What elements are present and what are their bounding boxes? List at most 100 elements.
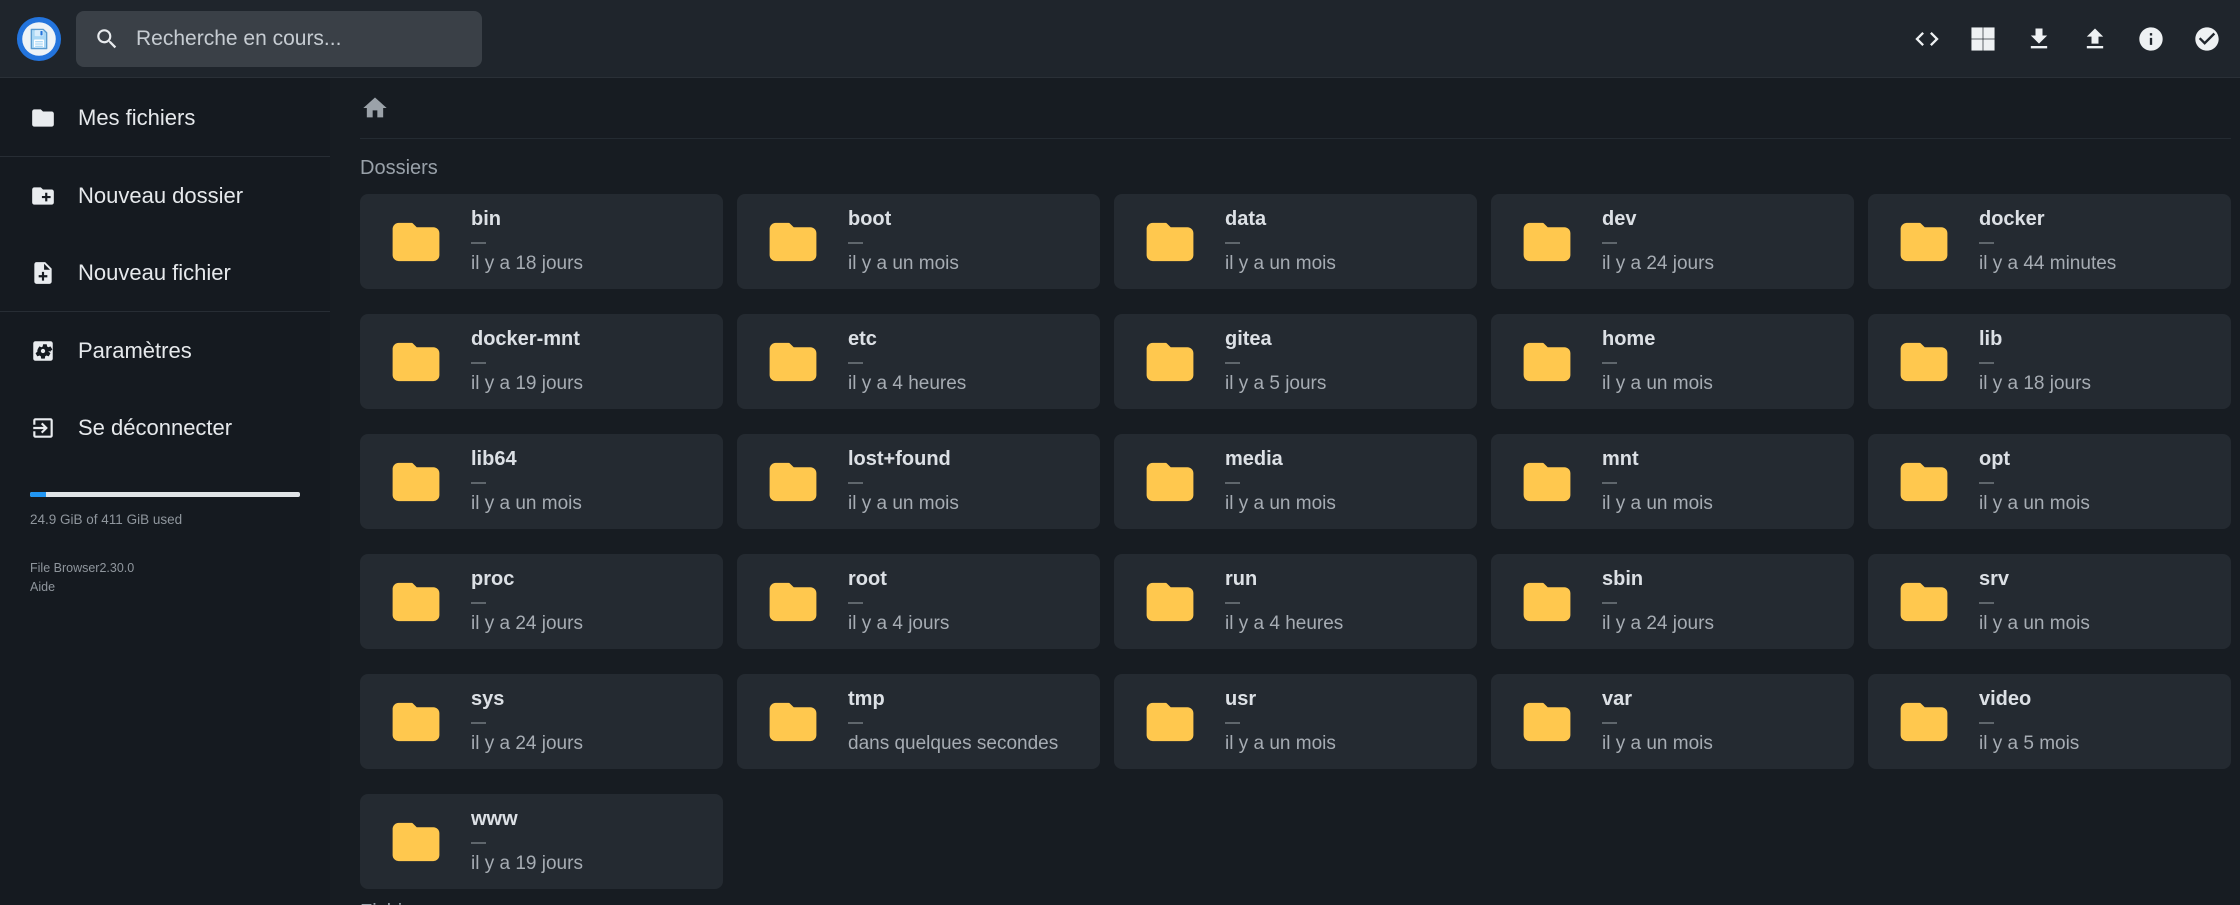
folder-size: —: [1602, 234, 1714, 251]
folder-icon: [1898, 456, 1950, 508]
folder-icon: [767, 456, 819, 508]
folder-name: video: [1979, 688, 2079, 711]
folder-card[interactable]: var — il y a un mois: [1491, 674, 1854, 769]
folder-card[interactable]: srv — il y a un mois: [1868, 554, 2231, 649]
folder-modified-time: il y a 18 jours: [1979, 373, 2091, 395]
folder-size: —: [1225, 594, 1343, 611]
folder-card[interactable]: etc — il y a 4 heures: [737, 314, 1100, 409]
folder-name: run: [1225, 568, 1343, 591]
folder-card[interactable]: data — il y a un mois: [1114, 194, 1477, 289]
sidebar-item-new-file[interactable]: Nouveau fichier: [0, 234, 330, 311]
folder-modified-time: il y a 4 jours: [848, 613, 949, 635]
folder-card[interactable]: root — il y a 4 jours: [737, 554, 1100, 649]
folders-section-title: Dossiers: [360, 157, 2231, 180]
folder-icon: [767, 696, 819, 748]
folder-card[interactable]: run — il y a 4 heures: [1114, 554, 1477, 649]
help-link[interactable]: Aide: [30, 580, 55, 594]
code-icon: [1913, 25, 1941, 53]
upload-button[interactable]: [2080, 24, 2110, 54]
app-logo[interactable]: [16, 16, 62, 62]
folder-card[interactable]: mnt — il y a un mois: [1491, 434, 1854, 529]
folder-modified-time: il y a un mois: [1979, 493, 2090, 515]
folder-card[interactable]: www — il y a 19 jours: [360, 794, 723, 889]
folder-card-info: usr — il y a un mois: [1225, 688, 1336, 755]
folder-icon: [390, 456, 442, 508]
folder-name: docker-mnt: [471, 328, 583, 351]
folder-modified-time: il y a 4 heures: [848, 373, 966, 395]
folder-icon: [1144, 696, 1196, 748]
folder-card[interactable]: sbin — il y a 24 jours: [1491, 554, 1854, 649]
folder-icon: [390, 696, 442, 748]
sidebar-item-label: Se déconnecter: [78, 415, 232, 441]
folder-card[interactable]: usr — il y a un mois: [1114, 674, 1477, 769]
folder-name: tmp: [848, 688, 1058, 711]
search-bar[interactable]: [76, 11, 482, 67]
folder-name: lib: [1979, 328, 2091, 351]
folder-card-info: media — il y a un mois: [1225, 448, 1336, 515]
folder-icon: [390, 336, 442, 388]
select-multiple-button[interactable]: [2192, 24, 2222, 54]
breadcrumb-home-button[interactable]: [360, 93, 390, 123]
folder-card[interactable]: docker — il y a 44 minutes: [1868, 194, 2231, 289]
info-button[interactable]: [2136, 24, 2166, 54]
folder-card-info: docker — il y a 44 minutes: [1979, 208, 2116, 275]
folder-name: bin: [471, 208, 583, 231]
folder-icon: [1898, 216, 1950, 268]
folder-card[interactable]: gitea — il y a 5 jours: [1114, 314, 1477, 409]
folder-size: —: [1225, 234, 1336, 251]
folder-card[interactable]: lost+found — il y a un mois: [737, 434, 1100, 529]
folder-name: gitea: [1225, 328, 1326, 351]
folder-card[interactable]: media — il y a un mois: [1114, 434, 1477, 529]
folder-name: root: [848, 568, 949, 591]
folder-modified-time: il y a un mois: [848, 493, 959, 515]
folder-modified-time: il y a 19 jours: [471, 853, 583, 875]
folder-name: media: [1225, 448, 1336, 471]
sidebar-item-settings[interactable]: Paramètres: [0, 312, 330, 389]
files-section-title: Fichiers: [360, 901, 2231, 905]
folder-card[interactable]: home — il y a un mois: [1491, 314, 1854, 409]
folder-size: —: [1602, 354, 1713, 371]
folder-icon: [390, 216, 442, 268]
folder-size: —: [1225, 354, 1326, 371]
folder-card[interactable]: tmp — dans quelques secondes: [737, 674, 1100, 769]
folder-icon: [1521, 456, 1573, 508]
folder-card-info: bin — il y a 18 jours: [471, 208, 583, 275]
sidebar-footer: File Browser2.30.0 Aide: [30, 559, 300, 598]
folder-card[interactable]: bin — il y a 18 jours: [360, 194, 723, 289]
folder-modified-time: il y a 24 jours: [1602, 613, 1714, 635]
check-circle-icon: [2193, 25, 2221, 53]
storage-progress-fill: [30, 492, 46, 497]
folder-size: —: [471, 234, 583, 251]
folder-size: —: [471, 354, 583, 371]
folder-icon: [390, 576, 442, 628]
folder-icon: [30, 105, 56, 131]
folder-modified-time: il y a 18 jours: [471, 253, 583, 275]
folder-card[interactable]: dev — il y a 24 jours: [1491, 194, 1854, 289]
folder-modified-time: il y a un mois: [1602, 493, 1713, 515]
folder-card[interactable]: opt — il y a un mois: [1868, 434, 2231, 529]
sidebar-item-label: Mes fichiers: [78, 105, 195, 131]
folder-card-info: proc — il y a 24 jours: [471, 568, 583, 635]
folder-name: boot: [848, 208, 959, 231]
folder-icon: [1521, 216, 1573, 268]
sidebar-item-new-folder[interactable]: Nouveau dossier: [0, 157, 330, 234]
folder-icon: [390, 816, 442, 868]
folder-card[interactable]: docker-mnt — il y a 19 jours: [360, 314, 723, 409]
folder-name: proc: [471, 568, 583, 591]
folder-card[interactable]: video — il y a 5 mois: [1868, 674, 2231, 769]
search-input[interactable]: [136, 27, 464, 51]
view-mode-button[interactable]: [1968, 24, 1998, 54]
sidebar-item-my-files[interactable]: Mes fichiers: [0, 79, 330, 156]
app-version: 2.30.0: [99, 561, 134, 575]
raw-view-button[interactable]: [1912, 24, 1942, 54]
folder-name: sys: [471, 688, 583, 711]
folder-card[interactable]: proc — il y a 24 jours: [360, 554, 723, 649]
folder-card[interactable]: lib64 — il y a un mois: [360, 434, 723, 529]
folder-name: dev: [1602, 208, 1714, 231]
folder-card[interactable]: lib — il y a 18 jours: [1868, 314, 2231, 409]
download-button[interactable]: [2024, 24, 2054, 54]
sidebar-item-logout[interactable]: Se déconnecter: [0, 389, 330, 466]
folder-card[interactable]: boot — il y a un mois: [737, 194, 1100, 289]
folder-card[interactable]: sys — il y a 24 jours: [360, 674, 723, 769]
folder-modified-time: dans quelques secondes: [848, 733, 1058, 755]
